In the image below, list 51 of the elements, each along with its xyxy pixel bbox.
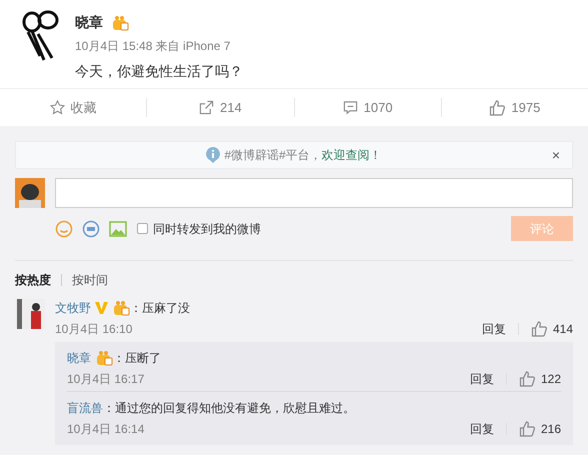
sort-tab[interactable]: 按时间: [72, 271, 108, 289]
share-checkbox[interactable]: [137, 223, 148, 234]
thumbs-up-icon: [489, 100, 506, 116]
action-label: 1070: [364, 98, 393, 117]
member-badge-icon: [111, 14, 129, 30]
author-name[interactable]: 晓章: [75, 12, 103, 33]
like-count: 414: [552, 321, 573, 338]
image-icon[interactable]: [109, 220, 127, 236]
notice-text: #微博辟谣#平台，: [224, 147, 322, 164]
notice-link[interactable]: 欢迎查阅！: [322, 146, 382, 164]
action-button[interactable]: 1975: [489, 98, 540, 118]
action-button[interactable]: 收藏: [50, 98, 97, 118]
like-button[interactable]: 414: [518, 320, 573, 338]
star-icon: [50, 100, 65, 115]
thumbs-up-icon: [518, 421, 535, 437]
post-text: 今天，你避免性生活了吗？: [75, 62, 243, 81]
comment-time: 10月4日 16:10: [55, 321, 132, 338]
action-label: 214: [220, 98, 242, 117]
action-label: 1975: [511, 98, 540, 117]
action-label: 收藏: [70, 98, 97, 117]
reply-link[interactable]: 回复: [470, 420, 506, 438]
reply-author[interactable]: 晓章: [67, 349, 91, 367]
like-button[interactable]: 122: [506, 370, 561, 388]
comment-icon: [342, 100, 358, 115]
sort-tab[interactable]: 按热度: [15, 271, 51, 289]
comment-input[interactable]: [55, 178, 573, 208]
member-badge-icon: [112, 300, 130, 316]
reply-text: ：通过您的回复得知他没有避免，欣慰且难过。: [103, 400, 355, 417]
reply-time: 10月4日 16:17: [67, 371, 144, 388]
share-icon: [199, 100, 214, 115]
commenter-name[interactable]: 文牧野: [55, 299, 91, 317]
reply-text: ：压断了: [113, 350, 161, 367]
like-count: 122: [540, 371, 561, 388]
user-avatar: [15, 178, 45, 208]
share-label: 同时转发到我的微博: [153, 220, 261, 238]
close-button[interactable]: ×: [552, 144, 560, 166]
comment-text: ：压麻了没: [130, 300, 190, 317]
commenter-avatar: [15, 299, 45, 329]
reply-link[interactable]: 回复: [482, 320, 518, 338]
like-count: 216: [540, 421, 561, 438]
reply-time: 10月4日 16:14: [67, 421, 144, 438]
like-button[interactable]: 216: [506, 420, 561, 438]
action-button[interactable]: 214: [199, 98, 242, 118]
thumbs-up-icon: [530, 321, 547, 337]
smiley-icon[interactable]: [55, 220, 73, 238]
thumbs-up-icon: [518, 371, 535, 387]
reply-author[interactable]: 盲流兽: [67, 399, 103, 417]
info-icon: [206, 147, 220, 163]
post-meta: 10月4日 15:48 来自 iPhone 7: [75, 38, 232, 55]
reply-link[interactable]: 回复: [470, 370, 506, 388]
action-button[interactable]: 1070: [342, 98, 393, 118]
